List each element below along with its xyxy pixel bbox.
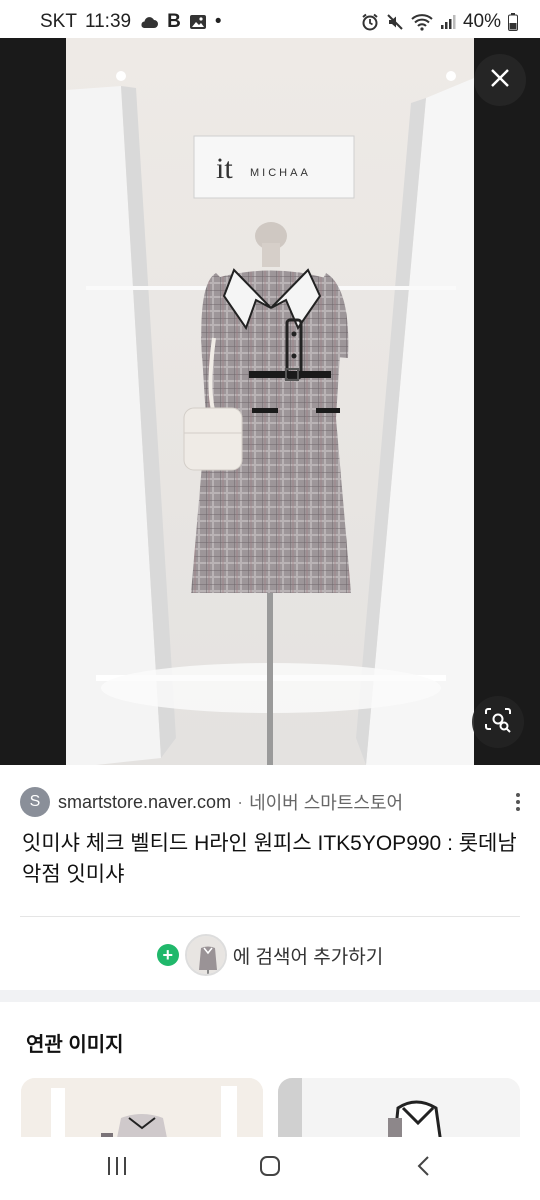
source-site-name: 네이버 스마트스토어 [249, 793, 404, 813]
recents-icon [106, 1156, 128, 1181]
brand-logo-text: it [216, 152, 233, 185]
add-to-search-label: 에 검색어 추가하기 [232, 946, 384, 968]
more-vert-icon[interactable] [506, 787, 530, 817]
status-right: 40% [361, 11, 518, 33]
section-gap [0, 990, 540, 1002]
clock: 11:39 [84, 11, 132, 32]
navigation-bar [0, 1137, 540, 1200]
mute-icon [386, 13, 404, 31]
signal-icon [440, 14, 456, 30]
back-icon [416, 1155, 430, 1182]
home-icon [259, 1155, 281, 1182]
related-images-heading: 연관 이미지 [26, 1034, 124, 1056]
image-viewer[interactable]: it MICHAA [0, 38, 540, 765]
alarm-icon [361, 13, 379, 31]
close-button[interactable] [474, 54, 526, 106]
separator: · [237, 791, 244, 812]
gallery-icon [189, 14, 207, 30]
lens-search-icon [484, 707, 512, 738]
product-photo[interactable]: it MICHAA [66, 38, 474, 765]
add-to-search-button[interactable]: + 에 검색어 추가하기 [0, 932, 540, 978]
cloud-icon [139, 15, 159, 29]
carrier-label: SKT [40, 11, 77, 32]
close-icon [489, 67, 511, 94]
search-thumbnail [184, 934, 227, 976]
notification-dot: • [214, 11, 222, 32]
brand-name-text: MICHAA [250, 167, 311, 179]
b-badge-label: B [167, 11, 181, 32]
site-favicon: S [20, 787, 50, 817]
source-row[interactable]: S smartstore.naver.com · 네이버 스마트스토어 [20, 786, 530, 818]
battery-percent: 40% [462, 11, 501, 32]
back-button[interactable] [388, 1144, 458, 1194]
home-button[interactable] [235, 1144, 305, 1194]
recents-button[interactable] [82, 1144, 152, 1194]
wifi-icon [411, 13, 433, 31]
status-left: SKT 11:39 B • [40, 11, 221, 33]
source-domain[interactable]: smartstore.naver.com [58, 792, 231, 813]
lens-search-button[interactable] [472, 696, 524, 748]
result-title[interactable]: 잇미샤 체크 벨티드 H라인 원피스 ITK5YOP990 : 롯데남악점 잇미… [22, 828, 522, 890]
divider [20, 916, 520, 917]
plus-icon: + [156, 944, 179, 966]
battery-icon [508, 13, 518, 31]
